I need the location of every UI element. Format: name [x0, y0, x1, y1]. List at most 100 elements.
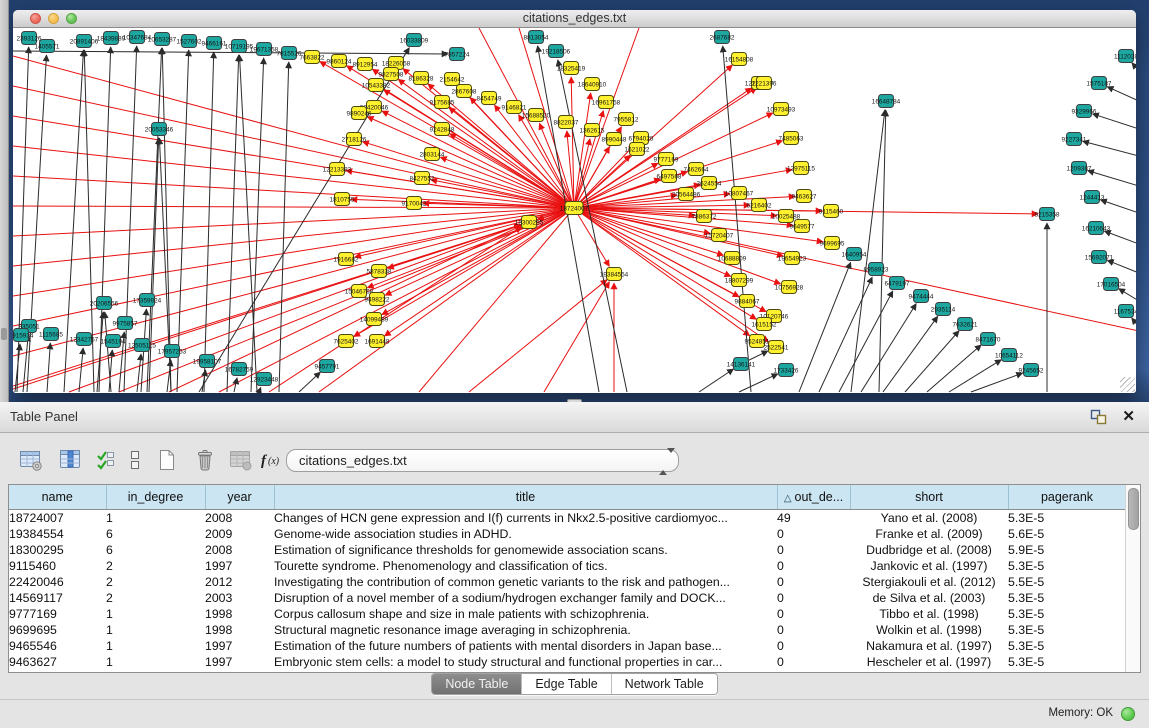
table-cell[interactable]: Changes of HCN gene expression and I(f) … — [274, 510, 777, 527]
table-cell[interactable]: 1998 — [205, 622, 274, 638]
network-node[interactable]: 16782759 — [225, 363, 254, 376]
network-edge[interactable] — [839, 291, 893, 392]
table-cell[interactable]: Nakamura et al. (1997) — [850, 638, 1008, 654]
table-cell[interactable]: Franke et al. (2009) — [850, 526, 1008, 542]
table-cell[interactable]: 5.3E-5 — [1008, 622, 1126, 638]
network-node[interactable]: 6479197 — [885, 277, 910, 290]
table-cell[interactable]: 5.3E-5 — [1008, 638, 1126, 654]
control-panel-collapse-handle[interactable] — [1, 328, 7, 340]
network-node[interactable]: 8454749 — [477, 92, 502, 105]
table-cell[interactable]: 5.9E-5 — [1008, 542, 1126, 558]
table-cell[interactable]: Yano et al. (2008) — [850, 510, 1008, 527]
network-node[interactable]: 20053346 — [145, 123, 174, 136]
network-window-titlebar[interactable]: citations_edges.txt — [13, 10, 1136, 28]
table-cell[interactable]: 49 — [777, 510, 850, 527]
network-node[interactable]: 9457791 — [315, 360, 340, 373]
network-node[interactable]: 7632621 — [953, 318, 978, 331]
table-cell[interactable]: Tibbo et al. (1998) — [850, 606, 1008, 622]
table-row[interactable]: 946554611997Estimation of the future num… — [9, 638, 1126, 654]
table-cell[interactable]: 5.5E-5 — [1008, 574, 1126, 590]
table-row[interactable]: 911546021997Tourette syndrome. Phenomeno… — [9, 558, 1126, 574]
network-node[interactable]: 1545194 — [101, 335, 126, 348]
network-edge[interactable] — [69, 225, 521, 392]
table-cell[interactable]: 0 — [777, 558, 850, 574]
table-cell[interactable]: 9777169 — [9, 606, 106, 622]
network-node[interactable]: 16033809 — [400, 34, 429, 47]
network-edge[interactable] — [13, 56, 574, 208]
table-select-combobox[interactable]: citations_edges.txt — [286, 449, 679, 472]
network-edge[interactable] — [574, 208, 609, 266]
column-header-pagerank[interactable]: pagerank — [1008, 485, 1126, 510]
table-cell[interactable]: Estimation of the future numbers of pati… — [274, 638, 777, 654]
network-edge[interactable] — [861, 304, 916, 392]
network-edge[interactable] — [1107, 87, 1136, 101]
table-settings-button[interactable] — [17, 447, 45, 475]
network-node[interactable]: 1167534 — [1114, 305, 1136, 318]
network-node[interactable]: 7663822 — [300, 51, 325, 64]
table-cell[interactable]: 6 — [106, 526, 205, 542]
network-edge[interactable] — [355, 208, 574, 257]
network-edge[interactable] — [1101, 200, 1136, 213]
table-cell[interactable]: 0 — [777, 590, 850, 606]
network-node[interactable]: 7955812 — [614, 113, 639, 126]
network-node[interactable]: 19958107 — [193, 355, 222, 368]
table-cell[interactable]: 0 — [777, 622, 850, 638]
table-row[interactable]: 969969511998Structural magnetic resonanc… — [9, 622, 1126, 638]
network-edge[interactable] — [319, 208, 574, 392]
table-cell[interactable]: Corpus callosum shape and size in male p… — [274, 606, 777, 622]
network-edge[interactable] — [971, 373, 1023, 392]
network-edge[interactable] — [279, 62, 289, 392]
table-cell[interactable]: 1 — [106, 510, 205, 527]
network-edge[interactable] — [819, 277, 872, 392]
network-node[interactable]: 2935114 — [931, 303, 956, 316]
network-node[interactable]: 2867608 — [452, 85, 477, 98]
network-edge[interactable] — [949, 360, 1001, 392]
network-node[interactable]: 8990448 — [602, 133, 627, 146]
network-node[interactable]: 2687682 — [710, 31, 735, 44]
tab-node-table[interactable]: Node Table — [432, 674, 521, 694]
network-edge[interactable] — [13, 208, 574, 236]
network-node[interactable]: 10807467 — [725, 187, 754, 200]
network-node[interactable]: 1527602 — [177, 35, 202, 48]
network-edge[interactable] — [469, 280, 607, 392]
network-node[interactable]: 14099489 — [360, 313, 389, 326]
network-node[interactable]: 6216402 — [747, 199, 772, 212]
network-node[interactable]: 2154642 — [440, 73, 465, 86]
network-node[interactable]: 1640954 — [842, 248, 867, 261]
table-cell[interactable]: 18300295 — [9, 542, 106, 558]
network-node[interactable]: 1115685 — [39, 328, 63, 341]
network-node[interactable]: 8186328 — [409, 72, 434, 85]
table-row[interactable]: 977716911998Corpus callosum shape and si… — [9, 606, 1126, 622]
table-cell[interactable]: 0 — [777, 574, 850, 590]
network-node[interactable]: 9242848 — [430, 123, 455, 136]
table-cell[interactable]: Hescheler et al. (1997) — [850, 654, 1008, 670]
network-edge[interactable] — [799, 262, 851, 392]
network-node[interactable]: 9245652 — [1019, 364, 1044, 377]
close-icon[interactable]: ✕ — [1122, 406, 1135, 428]
new-document-button[interactable] — [153, 447, 181, 475]
network-edge[interactable] — [79, 348, 83, 392]
network-node[interactable]: 12213383 — [323, 163, 352, 176]
table-row[interactable]: 1872400712008Changes of HCN gene express… — [9, 510, 1126, 527]
table-cell[interactable]: 0 — [777, 654, 850, 670]
network-edge[interactable] — [204, 52, 214, 392]
table-cell[interactable]: 14569117 — [9, 590, 106, 606]
network-edge[interactable] — [47, 343, 50, 392]
network-node[interactable]: 19671358 — [250, 43, 279, 56]
network-node[interactable]: 16210643 — [1082, 222, 1111, 235]
network-edge[interactable] — [367, 117, 574, 208]
table-cell[interactable]: 5.3E-5 — [1008, 510, 1126, 527]
table-cell[interactable]: 2009 — [205, 526, 274, 542]
table-cell[interactable]: 5.3E-5 — [1008, 558, 1126, 574]
table-cell[interactable]: 2 — [106, 558, 205, 574]
memory-indicator[interactable] — [1121, 707, 1135, 721]
network-edge[interactable] — [346, 170, 574, 208]
delete-trash-button[interactable] — [191, 447, 219, 475]
network-edge[interactable] — [1132, 318, 1136, 327]
network-node[interactable]: 16648784 — [872, 95, 901, 108]
table-cell[interactable]: Genome-wide association studies in ADHD. — [274, 526, 777, 542]
network-node[interactable]: 1362615 — [580, 124, 605, 137]
column-header-short[interactable]: short — [850, 485, 1008, 510]
row-height-button[interactable] — [121, 447, 149, 475]
network-edge[interactable] — [1083, 141, 1136, 156]
